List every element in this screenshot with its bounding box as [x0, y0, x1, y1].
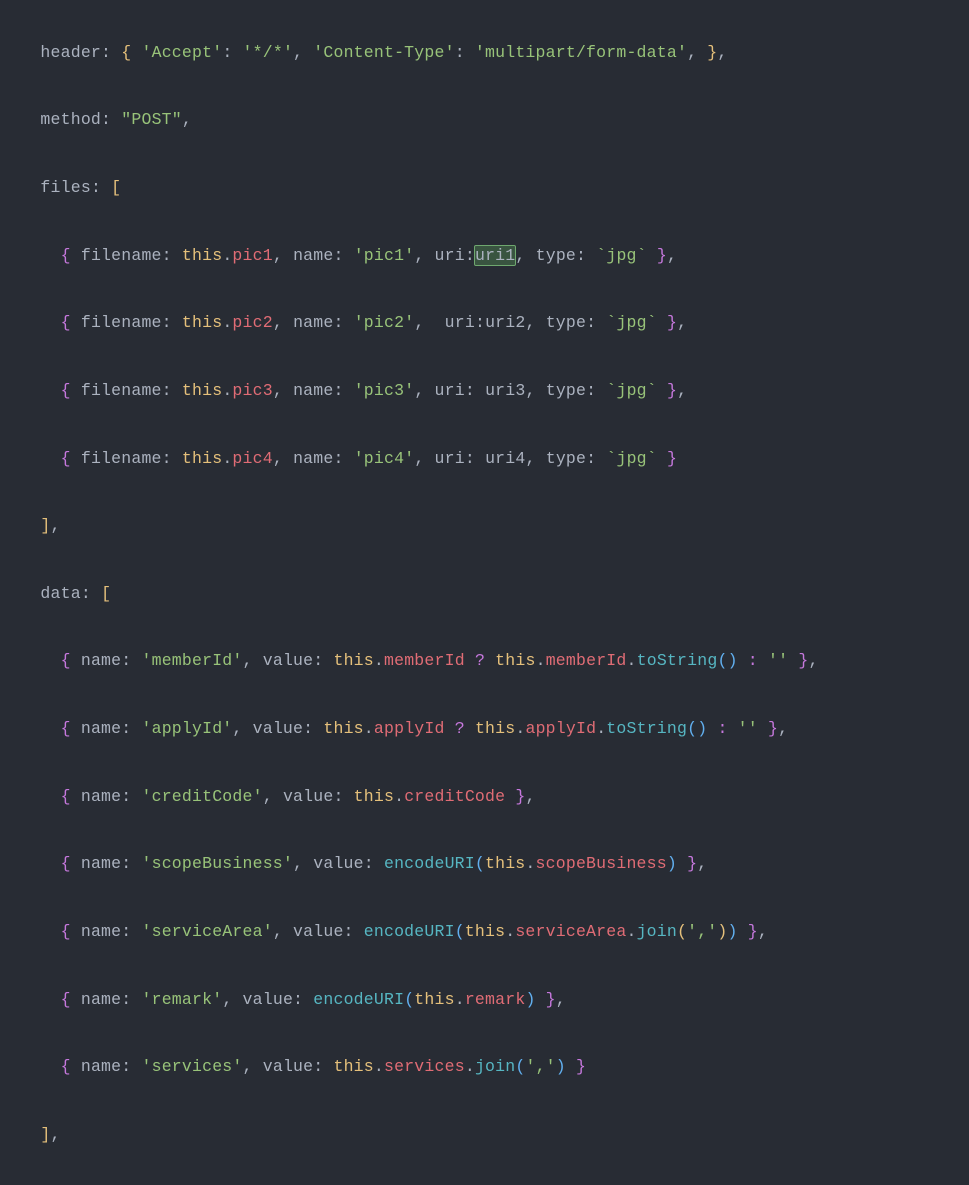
code-line[interactable]: files: [ [0, 171, 969, 205]
code-line[interactable]: { name: 'serviceArea', value: encodeURI(… [0, 915, 969, 949]
code-line[interactable]: { name: 'applyId', value: this.applyId ?… [0, 712, 969, 746]
code-line[interactable]: ], [0, 1118, 969, 1152]
code-line[interactable]: { filename: this.pic2, name: 'pic2', uri… [0, 306, 969, 340]
highlighted-token: uri1 [475, 246, 515, 265]
code-line[interactable]: method: "POST", [0, 103, 969, 137]
code-line[interactable]: { name: 'services', value: this.services… [0, 1050, 969, 1084]
code-line[interactable]: { filename: this.pic4, name: 'pic4', uri… [0, 442, 969, 476]
prop-key: header [40, 43, 101, 62]
code-line[interactable]: { name: 'remark', value: encodeURI(this.… [0, 983, 969, 1017]
code-line[interactable]: { name: 'memberId', value: this.memberId… [0, 644, 969, 678]
code-line[interactable]: { name: 'scopeBusiness', value: encodeUR… [0, 847, 969, 881]
code-line[interactable]: { name: 'creditCode', value: this.credit… [0, 780, 969, 814]
code-line[interactable]: ], [0, 509, 969, 543]
code-line[interactable]: { filename: this.pic3, name: 'pic3', uri… [0, 374, 969, 408]
code-line[interactable]: { filename: this.pic1, name: 'pic1', uri… [0, 239, 969, 273]
code-editor[interactable]: header: { 'Accept': '*/*', 'Content-Type… [0, 0, 969, 1185]
code-line[interactable]: header: { 'Accept': '*/*', 'Content-Type… [0, 36, 969, 70]
